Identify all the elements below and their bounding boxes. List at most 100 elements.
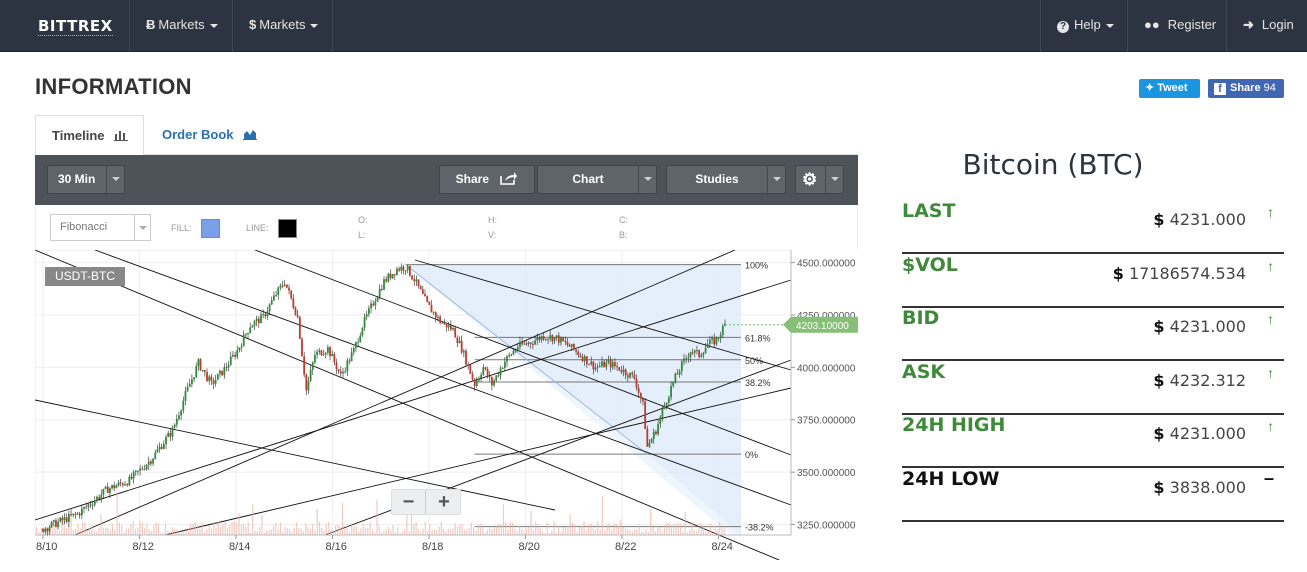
chevron-down-icon: [209, 23, 218, 28]
chart-settings-button[interactable]: ⚙: [795, 165, 844, 194]
stat-value: $ 3838.000: [1153, 478, 1246, 497]
brand-logo[interactable]: BITTREX: [0, 0, 130, 52]
candle-body: [555, 335, 558, 337]
volume-bar: [680, 524, 682, 535]
candle-body: [279, 285, 282, 288]
candle-body: [665, 402, 668, 406]
candle-body: [193, 377, 195, 380]
candle-body: [417, 279, 420, 287]
candle-body: [667, 397, 670, 403]
users-icon: ●●: [1144, 17, 1160, 32]
candle-body: [512, 351, 515, 355]
volume-bar: [353, 526, 355, 535]
tweet-button[interactable]: ✦ Tweet: [1139, 79, 1200, 98]
candle-body: [121, 483, 124, 486]
volume-bar: [431, 530, 433, 535]
candle-body: [428, 301, 431, 305]
volume-bar: [109, 529, 111, 535]
volume-bar: [716, 529, 718, 535]
candle-body: [698, 350, 701, 357]
candle-body: [547, 338, 549, 340]
facebook-share-button[interactable]: f Share 94: [1208, 79, 1284, 98]
volume-bar: [452, 528, 454, 535]
volume-bar: [514, 528, 516, 535]
candle-body: [52, 520, 55, 522]
drawing-tool-select[interactable]: Fibonacci: [50, 214, 151, 241]
volume-bar: [592, 528, 594, 535]
studies-select[interactable]: Studies: [666, 165, 786, 194]
share-chart-button[interactable]: Share: [439, 165, 535, 194]
line-color-swatch[interactable]: [278, 219, 297, 238]
candle-body: [674, 373, 677, 382]
candle-body: [173, 424, 176, 428]
candle-body: [244, 334, 247, 336]
candle-body: [357, 342, 360, 344]
volume-bar: [650, 508, 652, 535]
candle-body: [622, 369, 625, 373]
coin-title: Bitcoin (BTC): [962, 148, 1144, 181]
candle-body: [642, 398, 644, 402]
volume-bar: [316, 508, 318, 535]
candle-body: [721, 325, 724, 335]
tab-order-book[interactable]: Order Book: [162, 115, 258, 155]
markets-btc-menu[interactable]: Ƀ Markets: [130, 0, 233, 52]
zoom-out-button[interactable]: −: [392, 490, 426, 514]
chart-type-select[interactable]: Chart: [537, 165, 657, 194]
candle-body: [255, 318, 258, 322]
candle-body: [389, 273, 392, 279]
volume-bar: [167, 531, 169, 535]
login-link[interactable]: ➜ Login: [1226, 0, 1307, 52]
chevron-down-icon: [310, 23, 319, 28]
candle-body: [516, 347, 519, 350]
volume-bar: [521, 528, 523, 535]
volume-bar: [190, 523, 192, 535]
candle-body: [618, 367, 621, 371]
volume-bar: [461, 524, 463, 535]
candle-body: [333, 353, 336, 363]
candle-body: [491, 377, 493, 386]
volume-bar: [107, 527, 109, 535]
candle-body: [549, 335, 552, 339]
candle-body: [475, 380, 478, 387]
volume-bar: [213, 522, 215, 535]
candle-body: [348, 360, 351, 362]
candle-body: [542, 336, 545, 340]
volume-bar: [509, 522, 511, 535]
candle-body: [499, 368, 502, 376]
volume-bar: [456, 526, 459, 535]
volume-bar: [178, 531, 180, 535]
fill-color-swatch[interactable]: [201, 219, 220, 238]
tab-timeline[interactable]: Timeline: [35, 115, 144, 155]
volume-bar: [215, 527, 217, 535]
volume-bar: [341, 503, 344, 535]
volume-bar: [450, 529, 452, 535]
volume-bar: [670, 525, 672, 535]
volume-bar: [238, 512, 240, 535]
volume-bar: [707, 531, 709, 535]
candle-body: [229, 356, 232, 366]
candle-body: [411, 275, 413, 280]
candle-body: [693, 350, 696, 353]
volume-bar: [571, 522, 574, 535]
candle-body: [426, 296, 429, 302]
candle-body: [540, 336, 543, 340]
interval-select[interactable]: 30 Min: [47, 165, 125, 194]
volume-bar: [146, 523, 148, 535]
price-chart[interactable]: 100% 61.8% 50% 38.2% 0% -38.2% 4500.000000 4250…: [35, 250, 858, 560]
candle-body: [91, 504, 94, 506]
register-link[interactable]: ●● Register: [1127, 0, 1226, 52]
candle-body: [488, 376, 491, 378]
volume-bar: [360, 528, 362, 535]
zoom-in-button[interactable]: +: [427, 490, 461, 514]
candle-body: [70, 514, 72, 516]
candle-body: [363, 316, 366, 328]
candle-body: [355, 342, 357, 349]
markets-usd-menu[interactable]: $ Markets: [233, 0, 333, 52]
volume-bar: [719, 522, 721, 535]
candle-body: [311, 362, 314, 370]
candle-body: [501, 367, 504, 369]
help-menu[interactable]: ? Help: [1040, 0, 1127, 52]
volume-bar: [305, 522, 307, 535]
x-tick-label: 8/12: [133, 541, 154, 553]
candle-body: [385, 279, 388, 282]
